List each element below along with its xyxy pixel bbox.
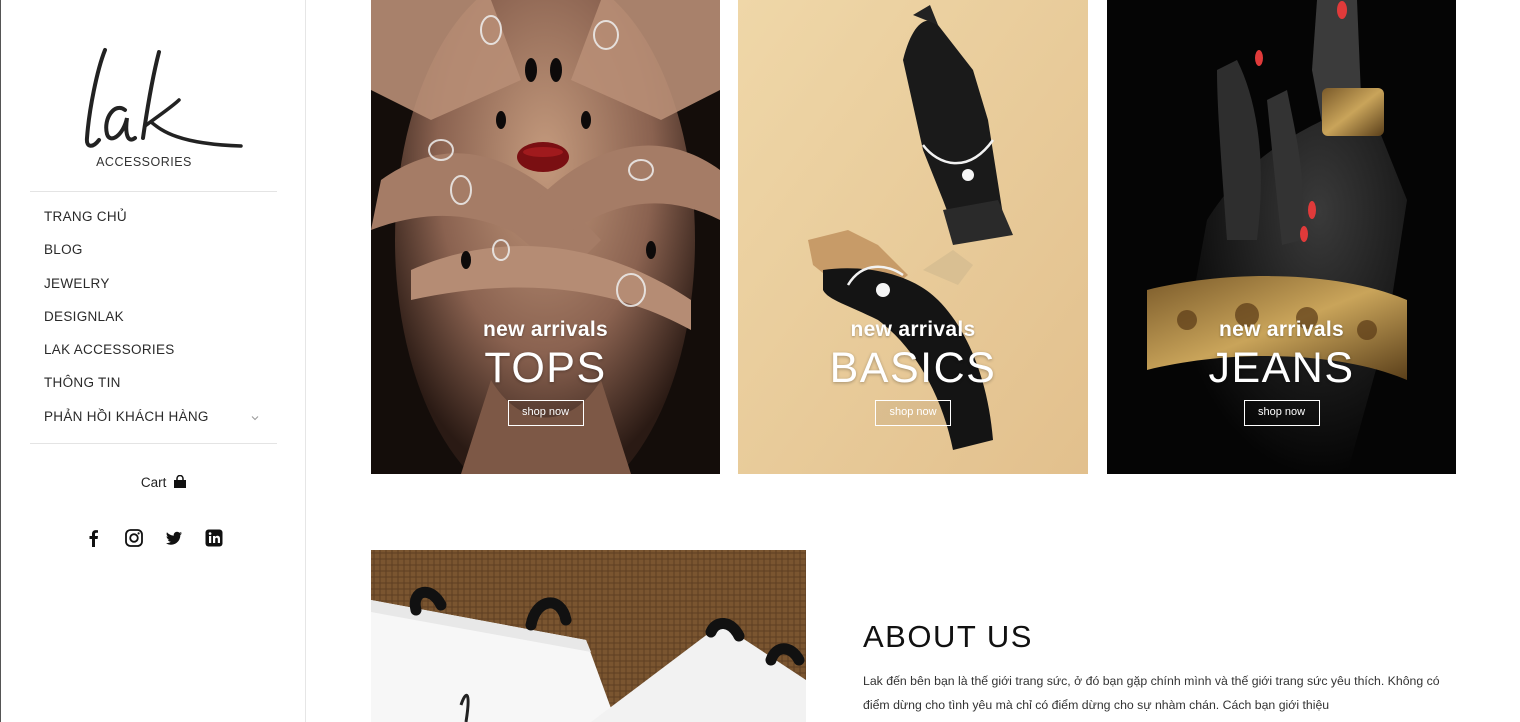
shop-now-button[interactable]: shop now xyxy=(507,400,584,426)
facebook-icon[interactable] xyxy=(84,528,104,548)
linkedin-icon[interactable] xyxy=(204,528,224,548)
shopping-bags-image xyxy=(371,550,806,722)
card-caption: new arrivals JEANS shop now xyxy=(1107,318,1456,426)
nav-item-thong-tin[interactable]: THÔNG TIN xyxy=(44,373,266,406)
card-caption: new arrivals TOPS shop now xyxy=(371,318,720,426)
collection-card-basics[interactable]: new arrivals BASICS shop now xyxy=(738,0,1088,474)
collection-card-tops[interactable]: new arrivals TOPS shop now xyxy=(371,0,720,474)
shopping-bag-icon xyxy=(174,474,187,488)
shop-now-button[interactable]: shop now xyxy=(875,400,951,426)
collection-card-jeans[interactable]: new arrivals JEANS shop now xyxy=(1107,0,1456,474)
chevron-down-icon[interactable] xyxy=(249,412,261,424)
about-body: Lak đến bên bạn là thế giới trang sức, ở… xyxy=(863,674,1440,712)
shop-now-button[interactable]: shop now xyxy=(1243,400,1320,426)
nav-item-lak-accessories[interactable]: LAK ACCESSORIES xyxy=(44,340,266,373)
about-title: ABOUT US xyxy=(863,619,1033,654)
card-caption: new arrivals BASICS shop now xyxy=(738,318,1088,426)
sidebar: ACCESSORIES TRANG CHỦ BLOG JEWELRY DESIG… xyxy=(0,0,306,722)
social-links xyxy=(84,528,224,548)
nav-item-blog[interactable]: BLOG xyxy=(44,240,266,273)
card-eyebrow: new arrivals xyxy=(1218,318,1344,341)
nav-item-designlak[interactable]: DESIGNLAK xyxy=(44,307,266,340)
card-eyebrow: new arrivals xyxy=(850,318,976,341)
nav-item-phan-hoi[interactable]: PHẢN HỒI KHÁCH HÀNG xyxy=(44,407,266,440)
main-nav: TRANG CHỦ BLOG JEWELRY DESIGNLAK LAK ACC… xyxy=(44,207,266,440)
divider xyxy=(30,443,277,444)
divider xyxy=(30,191,277,192)
card-title: TOPS xyxy=(484,344,607,392)
brand-subtitle: ACCESSORIES xyxy=(96,155,192,169)
card-title: BASICS xyxy=(829,344,997,392)
nav-item-jewelry[interactable]: JEWELRY xyxy=(44,274,266,307)
cart-link[interactable]: Cart xyxy=(1,474,327,490)
twitter-icon[interactable] xyxy=(164,528,184,548)
instagram-icon[interactable] xyxy=(124,528,144,548)
nav-item-label: PHẢN HỒI KHÁCH HÀNG xyxy=(44,408,209,424)
cart-label: Cart xyxy=(140,475,167,490)
nav-item-trang-chu[interactable]: TRANG CHỦ xyxy=(44,207,266,240)
card-title: JEANS xyxy=(1208,344,1355,392)
card-eyebrow: new arrivals xyxy=(482,318,608,341)
